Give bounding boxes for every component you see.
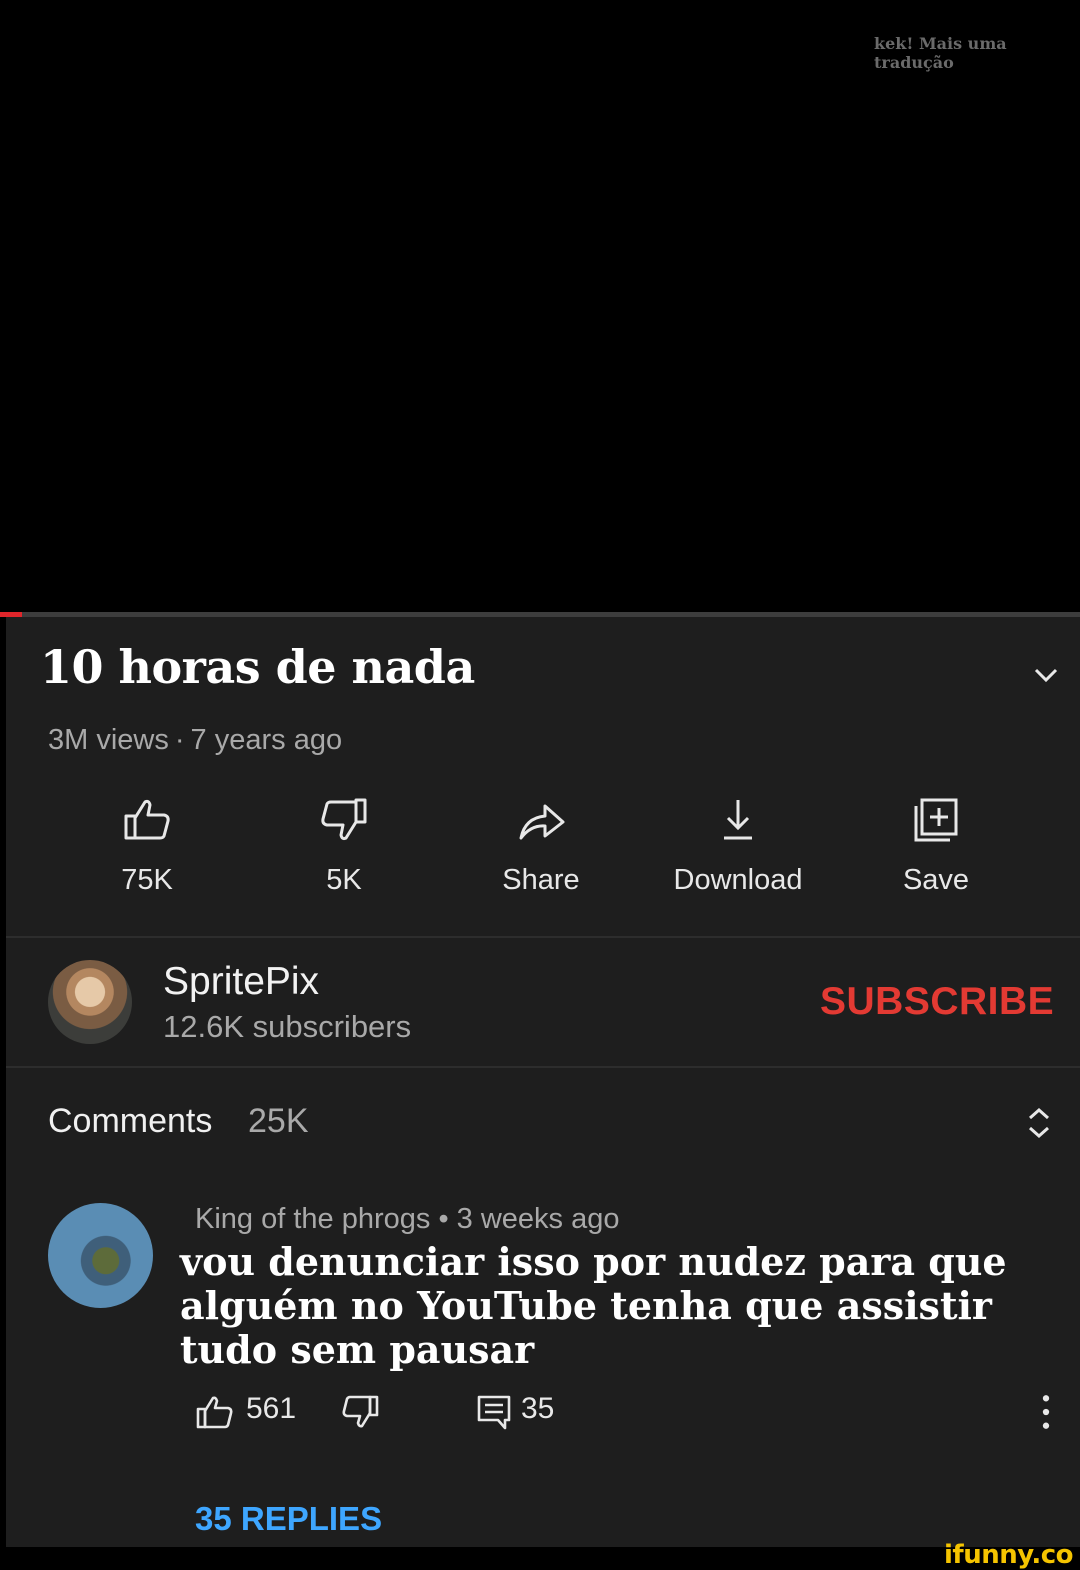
download-icon: [724, 800, 752, 840]
comment-age: 3 weeks ago: [456, 1203, 620, 1235]
more-options-icon[interactable]: [1026, 1392, 1066, 1432]
channel-avatar[interactable]: [48, 960, 132, 1044]
comment-like-count: 561: [246, 1392, 297, 1425]
divider: [6, 1066, 1080, 1068]
share-button[interactable]: Share: [451, 794, 631, 897]
divider: [6, 936, 1080, 938]
comment-author[interactable]: King of the phrogs: [195, 1203, 430, 1235]
comment-reply-count: 35: [521, 1392, 555, 1425]
video-meta: 3M views · 7 years ago: [48, 724, 342, 757]
view-replies-link[interactable]: 35 REPLIES: [195, 1500, 382, 1538]
comments-heading[interactable]: Comments: [48, 1102, 212, 1141]
comment-dislike-icon[interactable]: [340, 1392, 380, 1432]
meta-separator: ·: [174, 724, 185, 756]
download-button[interactable]: Download: [648, 794, 828, 897]
commenter-avatar[interactable]: [48, 1203, 153, 1308]
comment-like-icon[interactable]: [195, 1392, 235, 1432]
caption-watermark: kek! Mais uma tradução: [874, 34, 1007, 72]
subscribe-button[interactable]: SUBSCRIBE: [820, 980, 1054, 1024]
view-count: 3M views: [48, 724, 169, 756]
video-title: 10 horas de nada: [40, 640, 475, 694]
comment-text: vou denunciar isso por nudez para que al…: [180, 1239, 1007, 1372]
save-button[interactable]: Save: [846, 794, 1026, 897]
share-icon: [519, 804, 565, 840]
chevron-down-icon[interactable]: [1032, 661, 1060, 689]
dislike-count: 5K: [326, 864, 362, 896]
upload-age: 7 years ago: [190, 724, 343, 756]
save-label: Save: [902, 864, 970, 896]
comments-count: 25K: [248, 1102, 309, 1140]
subscriber-count: 12.6K subscribers: [163, 1009, 412, 1044]
comment-meta: King of the phrogs • 3 weeks ago: [195, 1203, 620, 1236]
site-watermark: ifunny.co: [944, 1540, 1073, 1570]
thumbs-up-icon: [124, 799, 170, 840]
like-count: 75K: [121, 864, 173, 896]
dislike-button[interactable]: 5K: [254, 794, 434, 897]
reply-icon[interactable]: [474, 1392, 514, 1432]
action-bar: 75K 5K Share Download Save: [0, 794, 1080, 904]
thumbs-down-icon: [321, 798, 367, 841]
like-button[interactable]: 75K: [57, 794, 237, 897]
comment-actions: 561 35: [0, 1388, 1080, 1438]
share-label: Share: [502, 864, 580, 896]
comment-meta-separator: •: [438, 1203, 449, 1235]
channel-name[interactable]: SpritePix: [163, 960, 319, 1004]
video-player[interactable]: [0, 0, 1080, 614]
save-playlist-icon: [914, 798, 958, 842]
expand-collapse-icon[interactable]: [1024, 1104, 1054, 1142]
download-label: Download: [673, 864, 803, 896]
